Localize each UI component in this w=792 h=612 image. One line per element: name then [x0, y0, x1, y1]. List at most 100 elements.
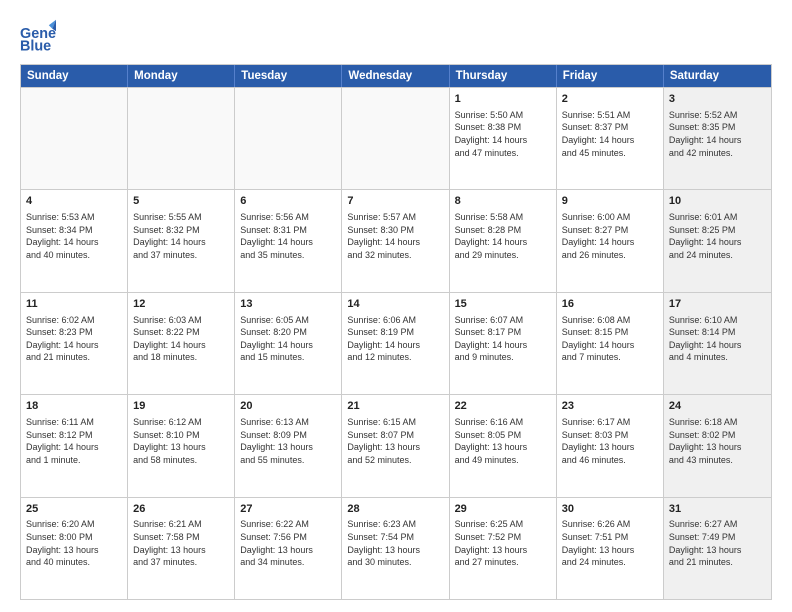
day-number: 10	[669, 194, 766, 209]
cell-info: Sunrise: 5:58 AM Sunset: 8:28 PM Dayligh…	[455, 211, 551, 261]
day-cell-4: 4Sunrise: 5:53 AM Sunset: 8:34 PM Daylig…	[21, 190, 128, 291]
day-cell-5: 5 Sunrise: 5:55 AM Sunset: 8:32 PM Daylig…	[128, 190, 235, 291]
calendar-row-3: 18 Sunrise: 6:11 AM Sunset: 8:12 PM Dayli…	[21, 394, 771, 496]
cell-info: Sunrise: 6:01 AM Sunset: 8:25 PM Dayligh…	[669, 211, 766, 261]
cell-info: Sunrise: 6:00 AM Sunset: 8:27 PM Dayligh…	[562, 211, 658, 261]
day-cell-9: 9 Sunrise: 6:00 AM Sunset: 8:27 PM Daylig…	[557, 190, 664, 291]
day-cell-13: 13 Sunrise: 6:05 AM Sunset: 8:20 PM Dayli…	[235, 293, 342, 394]
day-cell-22: 22 Sunrise: 6:16 AM Sunset: 8:05 PM Dayli…	[450, 395, 557, 496]
day-number: 9	[562, 194, 658, 209]
cell-info: Sunrise: 6:05 AM Sunset: 8:20 PM Dayligh…	[240, 314, 336, 364]
header: General Blue	[20, 18, 772, 54]
day-cell-3: 3 Sunrise: 5:52 AM Sunset: 8:35 PM Daylig…	[664, 88, 771, 189]
day-number: 14	[347, 297, 443, 312]
cell-info: Sunrise: 6:06 AM Sunset: 8:19 PM Dayligh…	[347, 314, 443, 364]
cell-info: Sunrise: 6:22 AM Sunset: 7:56 PM Dayligh…	[240, 518, 336, 568]
calendar-body: 1 Sunrise: 5:50 AM Sunset: 8:38 PM Daylig…	[21, 87, 771, 599]
day-of-week-saturday: Saturday	[664, 65, 771, 87]
cell-info: Sunrise: 6:26 AM Sunset: 7:51 PM Dayligh…	[562, 518, 658, 568]
day-number: 22	[455, 399, 551, 414]
day-cell-20: 20 Sunrise: 6:13 AM Sunset: 8:09 PM Dayli…	[235, 395, 342, 496]
cell-info: Sunrise: 5:53 AM Sunset: 8:34 PM Dayligh…	[26, 211, 122, 261]
svg-text:Blue: Blue	[20, 38, 51, 54]
day-cell-8: 8 Sunrise: 5:58 AM Sunset: 8:28 PM Daylig…	[450, 190, 557, 291]
empty-cell-0-0	[21, 88, 128, 189]
day-cell-21: 21 Sunrise: 6:15 AM Sunset: 8:07 PM Dayli…	[342, 395, 449, 496]
day-cell-18: 18 Sunrise: 6:11 AM Sunset: 8:12 PM Dayli…	[21, 395, 128, 496]
calendar-row-1: 4Sunrise: 5:53 AM Sunset: 8:34 PM Daylig…	[21, 189, 771, 291]
page: General Blue SundayMondayTuesdayWednesda…	[0, 0, 792, 612]
day-cell-16: 16 Sunrise: 6:08 AM Sunset: 8:15 PM Dayli…	[557, 293, 664, 394]
day-number: 20	[240, 399, 336, 414]
day-number: 30	[562, 502, 658, 517]
day-cell-25: 25Sunrise: 6:20 AM Sunset: 8:00 PM Dayli…	[21, 498, 128, 599]
day-number: 24	[669, 399, 766, 414]
day-number: 11	[26, 297, 122, 312]
day-cell-19: 19 Sunrise: 6:12 AM Sunset: 8:10 PM Dayli…	[128, 395, 235, 496]
cell-info: Sunrise: 6:21 AM Sunset: 7:58 PM Dayligh…	[133, 518, 229, 568]
cell-info: Sunrise: 6:23 AM Sunset: 7:54 PM Dayligh…	[347, 518, 443, 568]
day-cell-7: 7Sunrise: 5:57 AM Sunset: 8:30 PM Daylig…	[342, 190, 449, 291]
day-number: 26	[133, 502, 229, 517]
day-cell-23: 23 Sunrise: 6:17 AM Sunset: 8:03 PM Dayli…	[557, 395, 664, 496]
day-cell-14: 14 Sunrise: 6:06 AM Sunset: 8:19 PM Dayli…	[342, 293, 449, 394]
day-of-week-tuesday: Tuesday	[235, 65, 342, 87]
empty-cell-0-3	[342, 88, 449, 189]
day-number: 12	[133, 297, 229, 312]
cell-info: Sunrise: 6:08 AM Sunset: 8:15 PM Dayligh…	[562, 314, 658, 364]
day-cell-2: 2Sunrise: 5:51 AM Sunset: 8:37 PM Daylig…	[557, 88, 664, 189]
cell-info: Sunrise: 5:52 AM Sunset: 8:35 PM Dayligh…	[669, 109, 766, 159]
cell-info: Sunrise: 6:13 AM Sunset: 8:09 PM Dayligh…	[240, 416, 336, 466]
cell-info: Sunrise: 6:12 AM Sunset: 8:10 PM Dayligh…	[133, 416, 229, 466]
day-cell-26: 26Sunrise: 6:21 AM Sunset: 7:58 PM Dayli…	[128, 498, 235, 599]
day-number: 15	[455, 297, 551, 312]
day-number: 19	[133, 399, 229, 414]
calendar-row-2: 11Sunrise: 6:02 AM Sunset: 8:23 PM Dayli…	[21, 292, 771, 394]
day-number: 21	[347, 399, 443, 414]
day-number: 5	[133, 194, 229, 209]
cell-info: Sunrise: 5:50 AM Sunset: 8:38 PM Dayligh…	[455, 109, 551, 159]
day-cell-24: 24Sunrise: 6:18 AM Sunset: 8:02 PM Dayli…	[664, 395, 771, 496]
day-cell-29: 29Sunrise: 6:25 AM Sunset: 7:52 PM Dayli…	[450, 498, 557, 599]
day-of-week-thursday: Thursday	[450, 65, 557, 87]
day-cell-28: 28Sunrise: 6:23 AM Sunset: 7:54 PM Dayli…	[342, 498, 449, 599]
cell-info: Sunrise: 6:11 AM Sunset: 8:12 PM Dayligh…	[26, 416, 122, 466]
calendar-row-4: 25Sunrise: 6:20 AM Sunset: 8:00 PM Dayli…	[21, 497, 771, 599]
day-number: 29	[455, 502, 551, 517]
day-number: 16	[562, 297, 658, 312]
cell-info: Sunrise: 6:17 AM Sunset: 8:03 PM Dayligh…	[562, 416, 658, 466]
day-number: 3	[669, 92, 766, 107]
day-of-week-sunday: Sunday	[21, 65, 128, 87]
day-cell-27: 27Sunrise: 6:22 AM Sunset: 7:56 PM Dayli…	[235, 498, 342, 599]
day-number: 2	[562, 92, 658, 107]
day-number: 28	[347, 502, 443, 517]
day-cell-30: 30Sunrise: 6:26 AM Sunset: 7:51 PM Dayli…	[557, 498, 664, 599]
day-number: 23	[562, 399, 658, 414]
cell-info: Sunrise: 6:25 AM Sunset: 7:52 PM Dayligh…	[455, 518, 551, 568]
cell-info: Sunrise: 6:15 AM Sunset: 8:07 PM Dayligh…	[347, 416, 443, 466]
day-number: 25	[26, 502, 122, 517]
logo-svg: General Blue	[20, 18, 56, 54]
day-cell-31: 31Sunrise: 6:27 AM Sunset: 7:49 PM Dayli…	[664, 498, 771, 599]
day-number: 6	[240, 194, 336, 209]
day-number: 13	[240, 297, 336, 312]
day-number: 18	[26, 399, 122, 414]
day-cell-10: 10 Sunrise: 6:01 AM Sunset: 8:25 PM Dayli…	[664, 190, 771, 291]
cell-info: Sunrise: 6:27 AM Sunset: 7:49 PM Dayligh…	[669, 518, 766, 568]
cell-info: Sunrise: 6:20 AM Sunset: 8:00 PM Dayligh…	[26, 518, 122, 568]
calendar-row-0: 1 Sunrise: 5:50 AM Sunset: 8:38 PM Daylig…	[21, 87, 771, 189]
day-of-week-friday: Friday	[557, 65, 664, 87]
cell-info: Sunrise: 6:07 AM Sunset: 8:17 PM Dayligh…	[455, 314, 551, 364]
cell-info: Sunrise: 6:03 AM Sunset: 8:22 PM Dayligh…	[133, 314, 229, 364]
day-number: 7	[347, 194, 443, 209]
day-number: 1	[455, 92, 551, 107]
day-of-week-monday: Monday	[128, 65, 235, 87]
calendar-header: SundayMondayTuesdayWednesdayThursdayFrid…	[21, 65, 771, 87]
cell-info: Sunrise: 5:55 AM Sunset: 8:32 PM Dayligh…	[133, 211, 229, 261]
day-number: 27	[240, 502, 336, 517]
cell-info: Sunrise: 5:56 AM Sunset: 8:31 PM Dayligh…	[240, 211, 336, 261]
day-number: 31	[669, 502, 766, 517]
cell-info: Sunrise: 6:16 AM Sunset: 8:05 PM Dayligh…	[455, 416, 551, 466]
day-cell-15: 15 Sunrise: 6:07 AM Sunset: 8:17 PM Dayli…	[450, 293, 557, 394]
day-number: 8	[455, 194, 551, 209]
